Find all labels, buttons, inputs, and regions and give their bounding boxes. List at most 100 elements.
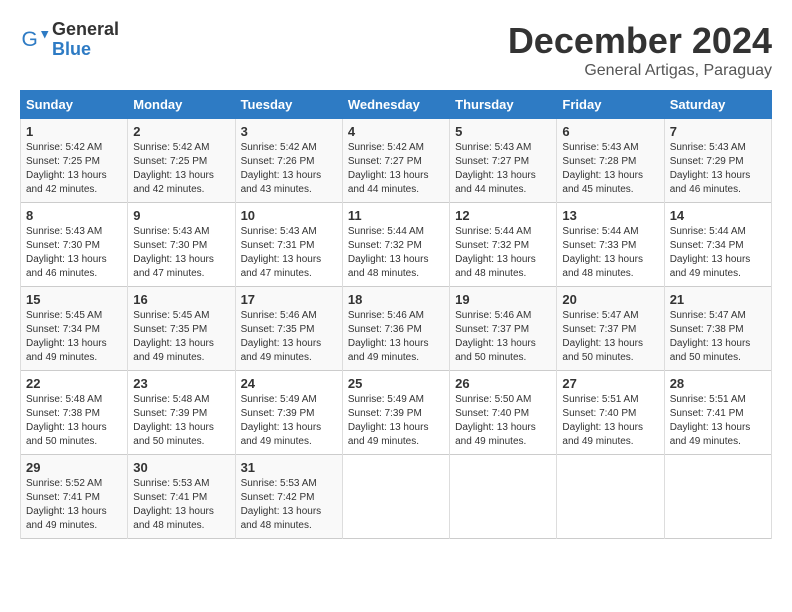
- sunrise-label: Sunrise: 5:51 AM: [670, 394, 746, 405]
- daylight-minutes: and 46 minutes.: [26, 268, 97, 279]
- day-number: 17: [241, 292, 337, 307]
- calendar-cell: [664, 455, 771, 539]
- logo-icon: G: [20, 25, 50, 55]
- sunrise-label: Sunrise: 5:47 AM: [562, 310, 638, 321]
- day-info: Sunrise: 5:43 AM Sunset: 7:30 PM Dayligh…: [133, 225, 229, 281]
- daylight-label: Daylight: 13 hours: [241, 338, 322, 349]
- daylight-label: Daylight: 13 hours: [670, 170, 751, 181]
- daylight-minutes: and 48 minutes.: [562, 268, 633, 279]
- sunrise-label: Sunrise: 5:44 AM: [348, 226, 424, 237]
- column-header-tuesday: Tuesday: [235, 91, 342, 119]
- logo-general-text: General: [52, 20, 119, 40]
- location-title: General Artigas, Paraguay: [508, 62, 772, 80]
- day-info: Sunrise: 5:43 AM Sunset: 7:31 PM Dayligh…: [241, 225, 337, 281]
- daylight-label: Daylight: 13 hours: [241, 254, 322, 265]
- daylight-minutes: and 47 minutes.: [241, 268, 312, 279]
- daylight-minutes: and 45 minutes.: [562, 184, 633, 195]
- daylight-minutes: and 50 minutes.: [26, 436, 97, 447]
- day-number: 15: [26, 292, 122, 307]
- calendar-cell: [342, 455, 449, 539]
- sunrise-label: Sunrise: 5:44 AM: [562, 226, 638, 237]
- sunset-label: Sunset: 7:41 PM: [670, 408, 744, 419]
- calendar-cell: 6 Sunrise: 5:43 AM Sunset: 7:28 PM Dayli…: [557, 119, 664, 203]
- sunset-label: Sunset: 7:37 PM: [455, 324, 529, 335]
- sunrise-label: Sunrise: 5:46 AM: [241, 310, 317, 321]
- sunset-label: Sunset: 7:31 PM: [241, 240, 315, 251]
- day-number: 27: [562, 376, 658, 391]
- sunset-label: Sunset: 7:39 PM: [133, 408, 207, 419]
- daylight-label: Daylight: 13 hours: [455, 422, 536, 433]
- week-row: 8 Sunrise: 5:43 AM Sunset: 7:30 PM Dayli…: [21, 203, 772, 287]
- sunrise-label: Sunrise: 5:43 AM: [241, 226, 317, 237]
- calendar-cell: 18 Sunrise: 5:46 AM Sunset: 7:36 PM Dayl…: [342, 287, 449, 371]
- calendar-cell: 21 Sunrise: 5:47 AM Sunset: 7:38 PM Dayl…: [664, 287, 771, 371]
- sunrise-label: Sunrise: 5:45 AM: [133, 310, 209, 321]
- day-info: Sunrise: 5:42 AM Sunset: 7:25 PM Dayligh…: [26, 141, 122, 197]
- calendar-cell: 2 Sunrise: 5:42 AM Sunset: 7:25 PM Dayli…: [128, 119, 235, 203]
- calendar-cell: 15 Sunrise: 5:45 AM Sunset: 7:34 PM Dayl…: [21, 287, 128, 371]
- calendar-cell: 7 Sunrise: 5:43 AM Sunset: 7:29 PM Dayli…: [664, 119, 771, 203]
- sunset-label: Sunset: 7:32 PM: [455, 240, 529, 251]
- calendar-cell: 16 Sunrise: 5:45 AM Sunset: 7:35 PM Dayl…: [128, 287, 235, 371]
- daylight-label: Daylight: 13 hours: [133, 506, 214, 517]
- day-number: 23: [133, 376, 229, 391]
- sunrise-label: Sunrise: 5:48 AM: [26, 394, 102, 405]
- daylight-label: Daylight: 13 hours: [133, 338, 214, 349]
- week-row: 29 Sunrise: 5:52 AM Sunset: 7:41 PM Dayl…: [21, 455, 772, 539]
- daylight-label: Daylight: 13 hours: [133, 422, 214, 433]
- daylight-minutes: and 48 minutes.: [241, 520, 312, 531]
- daylight-label: Daylight: 13 hours: [26, 170, 107, 181]
- calendar-cell: 22 Sunrise: 5:48 AM Sunset: 7:38 PM Dayl…: [21, 371, 128, 455]
- daylight-label: Daylight: 13 hours: [26, 422, 107, 433]
- day-info: Sunrise: 5:51 AM Sunset: 7:40 PM Dayligh…: [562, 393, 658, 449]
- daylight-label: Daylight: 13 hours: [241, 170, 322, 181]
- calendar-cell: [557, 455, 664, 539]
- calendar-cell: 11 Sunrise: 5:44 AM Sunset: 7:32 PM Dayl…: [342, 203, 449, 287]
- sunset-label: Sunset: 7:30 PM: [26, 240, 100, 251]
- calendar-cell: 27 Sunrise: 5:51 AM Sunset: 7:40 PM Dayl…: [557, 371, 664, 455]
- calendar-cell: 14 Sunrise: 5:44 AM Sunset: 7:34 PM Dayl…: [664, 203, 771, 287]
- sunset-label: Sunset: 7:35 PM: [241, 324, 315, 335]
- column-header-saturday: Saturday: [664, 91, 771, 119]
- daylight-minutes: and 49 minutes.: [670, 268, 741, 279]
- sunset-label: Sunset: 7:39 PM: [241, 408, 315, 419]
- sunrise-label: Sunrise: 5:45 AM: [26, 310, 102, 321]
- day-number: 4: [348, 124, 444, 139]
- daylight-minutes: and 44 minutes.: [348, 184, 419, 195]
- calendar-cell: 29 Sunrise: 5:52 AM Sunset: 7:41 PM Dayl…: [21, 455, 128, 539]
- sunset-label: Sunset: 7:33 PM: [562, 240, 636, 251]
- sunrise-label: Sunrise: 5:52 AM: [26, 478, 102, 489]
- sunset-label: Sunset: 7:25 PM: [133, 156, 207, 167]
- sunset-label: Sunset: 7:27 PM: [455, 156, 529, 167]
- sunrise-label: Sunrise: 5:44 AM: [455, 226, 531, 237]
- daylight-label: Daylight: 13 hours: [455, 170, 536, 181]
- title-block: December 2024 General Artigas, Paraguay: [508, 20, 772, 80]
- day-number: 22: [26, 376, 122, 391]
- calendar-cell: 5 Sunrise: 5:43 AM Sunset: 7:27 PM Dayli…: [450, 119, 557, 203]
- day-number: 25: [348, 376, 444, 391]
- sunrise-label: Sunrise: 5:43 AM: [562, 142, 638, 153]
- sunrise-label: Sunrise: 5:50 AM: [455, 394, 531, 405]
- daylight-minutes: and 50 minutes.: [670, 352, 741, 363]
- daylight-minutes: and 49 minutes.: [348, 352, 419, 363]
- day-number: 29: [26, 460, 122, 475]
- daylight-minutes: and 49 minutes.: [26, 520, 97, 531]
- calendar-cell: 4 Sunrise: 5:42 AM Sunset: 7:27 PM Dayli…: [342, 119, 449, 203]
- daylight-label: Daylight: 13 hours: [241, 506, 322, 517]
- daylight-minutes: and 49 minutes.: [241, 436, 312, 447]
- calendar-cell: [450, 455, 557, 539]
- day-number: 26: [455, 376, 551, 391]
- daylight-label: Daylight: 13 hours: [348, 254, 429, 265]
- calendar-cell: 17 Sunrise: 5:46 AM Sunset: 7:35 PM Dayl…: [235, 287, 342, 371]
- daylight-minutes: and 50 minutes.: [562, 352, 633, 363]
- sunset-label: Sunset: 7:38 PM: [670, 324, 744, 335]
- sunset-label: Sunset: 7:36 PM: [348, 324, 422, 335]
- sunset-label: Sunset: 7:27 PM: [348, 156, 422, 167]
- day-number: 12: [455, 208, 551, 223]
- calendar-cell: 25 Sunrise: 5:49 AM Sunset: 7:39 PM Dayl…: [342, 371, 449, 455]
- daylight-label: Daylight: 13 hours: [562, 338, 643, 349]
- day-number: 14: [670, 208, 766, 223]
- daylight-minutes: and 42 minutes.: [133, 184, 204, 195]
- day-info: Sunrise: 5:52 AM Sunset: 7:41 PM Dayligh…: [26, 477, 122, 533]
- daylight-minutes: and 49 minutes.: [241, 352, 312, 363]
